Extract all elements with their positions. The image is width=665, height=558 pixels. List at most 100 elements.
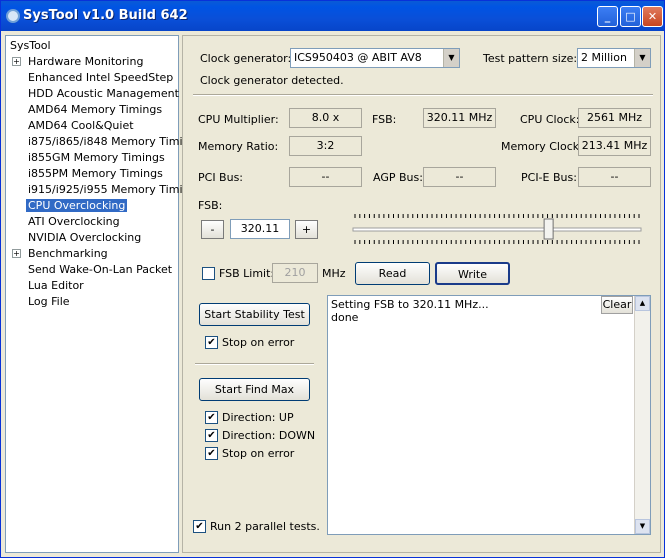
- memory-clock-label: Memory Clock:: [501, 140, 583, 153]
- tree-item[interactable]: Lua Editor: [26, 278, 86, 294]
- tree-item[interactable]: Enhanced Intel SpeedStep: [26, 70, 175, 86]
- tree-item-label: i875/i865/i848 Memory Timings: [28, 135, 203, 148]
- clock-generator-label: Clock generator:: [200, 52, 292, 65]
- chevron-down-icon[interactable]: ▼: [443, 49, 459, 67]
- write-button[interactable]: Write: [435, 262, 510, 285]
- tree-item[interactable]: HDD Acoustic Management: [26, 86, 181, 102]
- tree-item-label: Lua Editor: [28, 279, 84, 292]
- log-output[interactable]: Setting FSB to 320.11 MHz... done Clear …: [327, 295, 651, 535]
- parallel-tests-label: Run 2 parallel tests.: [210, 520, 320, 533]
- tree-item[interactable]: ATI Overclocking: [26, 214, 122, 230]
- fsb-limit-label: FSB Limit:: [219, 267, 275, 280]
- tree-item[interactable]: i915/i925/i955 Memory Timings: [26, 182, 204, 198]
- tree-item[interactable]: Log File: [26, 294, 72, 310]
- tree-item-label: i855PM Memory Timings: [28, 167, 163, 180]
- maximize-button[interactable]: □: [620, 6, 641, 27]
- tree-item-label: Enhanced Intel SpeedStep: [28, 71, 174, 84]
- tree-item-label: HDD Acoustic Management: [28, 87, 179, 100]
- agp-bus-label: AGP Bus:: [373, 171, 423, 184]
- tree-item[interactable]: AMD64 Memory Timings: [26, 102, 164, 118]
- tree-item-label: i915/i925/i955 Memory Timings: [28, 183, 203, 196]
- fsb-increment-button[interactable]: +: [295, 220, 318, 239]
- tree-item-label: CPU Overclocking: [26, 199, 128, 212]
- direction-up-checkbox[interactable]: ✔: [205, 411, 218, 424]
- pci-bus-label: PCI Bus:: [198, 171, 244, 184]
- stop-on-error-checkbox[interactable]: ✔: [205, 336, 218, 349]
- tree-item-label: Send Wake-On-Lan Packet: [28, 263, 173, 276]
- slider-thumb[interactable]: [543, 218, 554, 240]
- test-pattern-select[interactable]: 2 Million ▼: [577, 48, 651, 68]
- memory-ratio-label: Memory Ratio:: [198, 140, 279, 153]
- direction-up-label: Direction: UP: [222, 411, 294, 424]
- clock-generator-value: ICS950403 @ ABIT AV8: [294, 51, 422, 64]
- tree-item[interactable]: Hardware Monitoring: [26, 54, 145, 70]
- slider-rail: [352, 227, 642, 232]
- tree-item-label: AMD64 Cool&Quiet: [28, 119, 134, 132]
- pcie-bus-value: --: [578, 167, 651, 187]
- tree-item[interactable]: Benchmarking: [26, 246, 110, 262]
- expand-plus-icon[interactable]: +: [12, 57, 21, 66]
- log-line: done: [331, 311, 359, 324]
- start-find-max-button[interactable]: Start Find Max: [199, 378, 310, 401]
- divider: [195, 363, 314, 365]
- parallel-tests-checkbox[interactable]: ✔: [193, 520, 206, 533]
- read-button[interactable]: Read: [355, 262, 430, 285]
- clear-log-button[interactable]: Clear: [601, 296, 633, 314]
- fsb-decrement-button[interactable]: -: [201, 220, 224, 239]
- tree-item[interactable]: i855GM Memory Timings: [26, 150, 167, 166]
- agp-bus-value: --: [423, 167, 496, 187]
- test-pattern-label: Test pattern size:: [483, 52, 578, 65]
- tree-item[interactable]: AMD64 Cool&Quiet: [26, 118, 136, 134]
- cpu-multiplier-value: 8.0 x: [289, 108, 362, 128]
- app-gear-icon: [6, 9, 20, 23]
- detection-status: Clock generator detected.: [200, 74, 344, 87]
- tree-item[interactable]: CPU Overclocking: [26, 198, 128, 214]
- stop-on-error-2-label: Stop on error: [222, 447, 295, 460]
- close-button[interactable]: ✕: [642, 6, 663, 27]
- fsb-limit-checkbox[interactable]: [202, 267, 215, 280]
- pci-bus-value: --: [289, 167, 362, 187]
- app-window: SysTool v1.0 Build 642 _ □ ✕ SysTool + Ha…: [0, 0, 665, 558]
- tree-item-label: AMD64 Memory Timings: [28, 103, 163, 116]
- cpu-multiplier-label: CPU Multiplier:: [198, 113, 279, 126]
- tree-item[interactable]: i855PM Memory Timings: [26, 166, 165, 182]
- window-title: SysTool v1.0 Build 642: [23, 8, 188, 23]
- tree-item[interactable]: Send Wake-On-Lan Packet: [26, 262, 174, 278]
- chevron-down-icon[interactable]: ▼: [634, 49, 650, 67]
- fsb-input[interactable]: 320.11: [230, 219, 290, 239]
- fsb-value: 320.11 MHz: [423, 108, 496, 128]
- expand-plus-icon[interactable]: +: [12, 249, 21, 258]
- clock-generator-select[interactable]: ICS950403 @ ABIT AV8 ▼: [290, 48, 460, 68]
- stop-on-error-2-checkbox[interactable]: ✔: [205, 447, 218, 460]
- divider: [193, 94, 653, 96]
- fsb-label: FSB:: [372, 113, 397, 126]
- tree-item[interactable]: NVIDIA Overclocking: [26, 230, 143, 246]
- scroll-down-icon[interactable]: ▼: [635, 519, 650, 534]
- minimize-button[interactable]: _: [597, 6, 618, 27]
- log-scrollbar[interactable]: ▲ ▼: [634, 296, 650, 534]
- navigation-tree[interactable]: SysTool + Hardware Monitoring Enhanced Int…: [5, 35, 202, 553]
- title-bar[interactable]: SysTool v1.0 Build 642 _ □ ✕: [1, 1, 664, 31]
- memory-ratio-value: 3:2: [289, 136, 362, 156]
- log-line: Setting FSB to 320.11 MHz...: [331, 298, 489, 311]
- start-stability-test-button[interactable]: Start Stability Test: [199, 303, 310, 326]
- fsb-limit-input[interactable]: 210: [272, 263, 318, 283]
- tree-item[interactable]: i875/i865/i848 Memory Timings: [26, 134, 204, 150]
- tree-item-label: Log File: [28, 295, 70, 308]
- cpu-clock-label: CPU Clock:: [520, 113, 580, 126]
- tree-item-label: NVIDIA Overclocking: [28, 231, 142, 244]
- test-pattern-value: 2 Million: [581, 51, 627, 64]
- memory-clock-value: 213.41 MHz: [578, 136, 651, 156]
- fsb-section-label: FSB:: [198, 199, 223, 212]
- cpu-clock-value: 2561 MHz: [578, 108, 651, 128]
- tree-item-label: ATI Overclocking: [28, 215, 120, 228]
- scroll-up-icon[interactable]: ▲: [635, 296, 650, 311]
- stop-on-error-label: Stop on error: [222, 336, 295, 349]
- fsb-slider[interactable]: [351, 206, 643, 252]
- pcie-bus-label: PCI-E Bus:: [521, 171, 577, 184]
- cpu-overclocking-panel: Clock generator: ICS950403 @ ABIT AV8 ▼ …: [182, 35, 661, 553]
- direction-down-checkbox[interactable]: ✔: [205, 429, 218, 442]
- tree-item-label: Benchmarking: [28, 247, 108, 260]
- tree-root[interactable]: SysTool: [8, 38, 53, 54]
- fsb-slider-track: [352, 214, 642, 244]
